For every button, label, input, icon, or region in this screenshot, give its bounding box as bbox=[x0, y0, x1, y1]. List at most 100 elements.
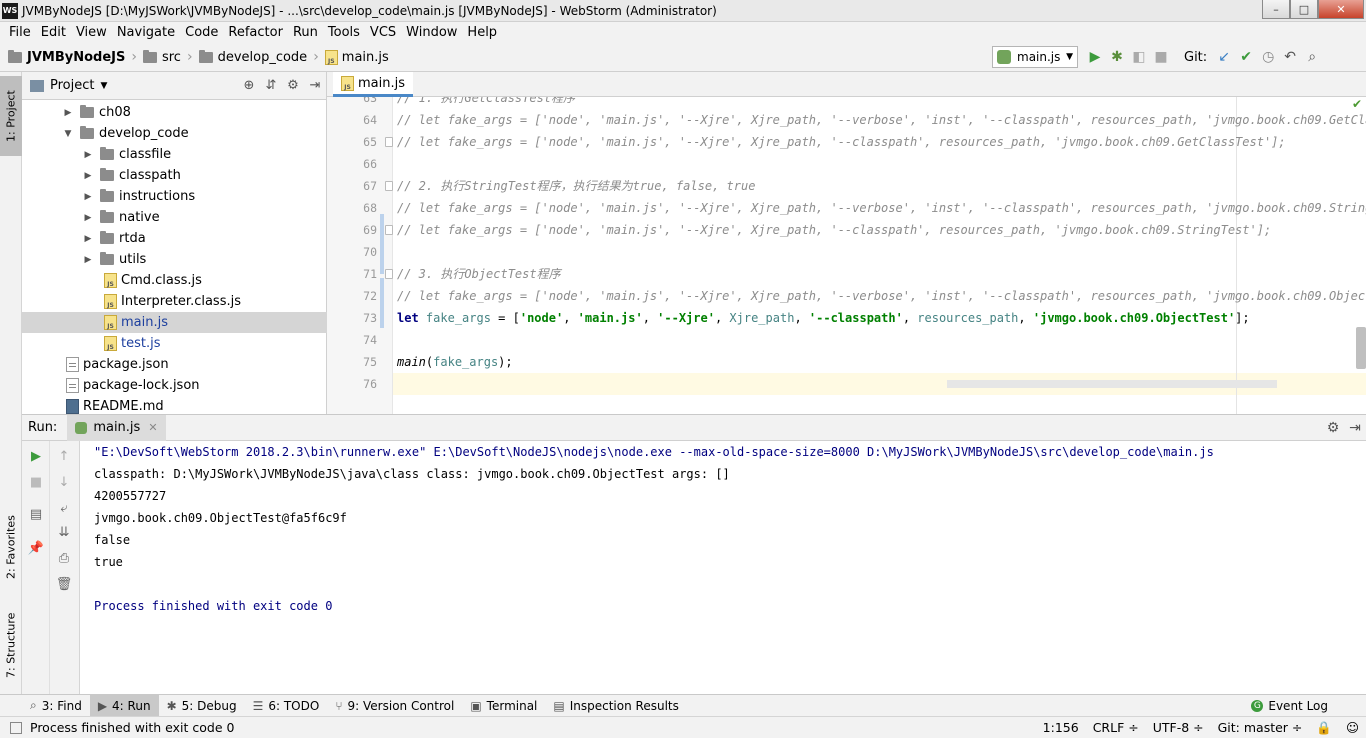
chevron-right-icon[interactable]: ▶ bbox=[82, 255, 94, 265]
git-update-icon[interactable]: ↙ bbox=[1213, 46, 1235, 68]
tree-folder-utils[interactable]: ▶ utils bbox=[22, 249, 327, 270]
chevron-right-icon[interactable]: ▶ bbox=[82, 171, 94, 181]
menu-view[interactable]: View bbox=[71, 25, 112, 40]
history-icon[interactable]: ◷ bbox=[1257, 46, 1279, 68]
breadcrumb-develop-code[interactable]: develop_code › bbox=[198, 49, 325, 65]
locate-icon[interactable]: ⊕ bbox=[238, 75, 260, 97]
tree-folder-classfile[interactable]: ▶ classfile bbox=[22, 144, 327, 165]
hide-icon[interactable]: ⇥ bbox=[304, 75, 326, 97]
vcs-change-marker[interactable] bbox=[380, 214, 384, 274]
tree-folder-classpath[interactable]: ▶ classpath bbox=[22, 165, 327, 186]
horizontal-scrollbar[interactable] bbox=[947, 380, 1277, 388]
breadcrumb-main-js[interactable]: JS main.js bbox=[324, 49, 389, 65]
stop-icon[interactable]: ■ bbox=[1150, 46, 1172, 68]
menu-edit[interactable]: Edit bbox=[36, 25, 71, 40]
search-icon[interactable]: ⌕ bbox=[1301, 46, 1323, 68]
menu-vcs[interactable]: VCS bbox=[365, 25, 401, 40]
tree-folder-develop-code[interactable]: ▼ develop_code bbox=[22, 123, 327, 144]
line-separator[interactable]: CRLF ÷ bbox=[1086, 720, 1146, 735]
tab-favorites[interactable]: 2: Favorites bbox=[0, 502, 22, 592]
debug-icon[interactable]: ✱ bbox=[1106, 46, 1128, 68]
soft-wrap-icon[interactable]: ⤶ bbox=[50, 497, 78, 519]
gear-icon[interactable]: ⚙ bbox=[1322, 417, 1344, 439]
project-view-select[interactable]: Project bbox=[50, 78, 94, 93]
layout-icon[interactable]: ▤ bbox=[22, 503, 50, 525]
close-button[interactable]: ✕ bbox=[1318, 0, 1364, 19]
menu-run[interactable]: Run bbox=[288, 25, 323, 40]
chevron-right-icon[interactable]: ▶ bbox=[82, 150, 94, 160]
toolwindow-todo[interactable]: ☰ 6: TODO bbox=[245, 695, 328, 717]
chevron-right-icon[interactable]: ▶ bbox=[82, 213, 94, 223]
inspection-ok-icon[interactable]: ✔ bbox=[1352, 97, 1362, 111]
chevron-right-icon[interactable]: ▶ bbox=[82, 234, 94, 244]
tree-file-package-lock[interactable]: package-lock.json bbox=[22, 375, 327, 396]
hide-icon[interactable]: ⇥ bbox=[1344, 417, 1366, 439]
fold-marker[interactable] bbox=[385, 137, 393, 147]
breadcrumb-project[interactable]: JVMByNodeJS › bbox=[8, 49, 143, 65]
trash-icon[interactable]: 🗑 bbox=[50, 573, 78, 595]
chevron-down-icon[interactable]: ▼ bbox=[100, 81, 107, 91]
toolwindow-inspection[interactable]: ▤ Inspection Results bbox=[545, 695, 686, 717]
toolwindow-event-log[interactable]: G Event Log bbox=[1243, 695, 1336, 717]
close-icon[interactable]: ✕ bbox=[148, 421, 157, 434]
tree-folder-instructions[interactable]: ▶ instructions bbox=[22, 186, 327, 207]
code-editor[interactable]: 63 64 65 66 67 68 69 70 71 72 73 74 75 7… bbox=[327, 97, 1366, 414]
tree-file-cmd[interactable]: JS Cmd.class.js bbox=[22, 270, 327, 291]
tree-folder-ch08[interactable]: ▶ ch08 bbox=[22, 102, 327, 123]
coverage-icon[interactable]: ◧ bbox=[1128, 46, 1150, 68]
tool-windows-toggle-icon[interactable] bbox=[10, 721, 22, 734]
collapse-icon[interactable]: ⇵ bbox=[260, 75, 282, 97]
tab-main-js[interactable]: JS main.js bbox=[333, 72, 413, 97]
tree-folder-native[interactable]: ▶ native bbox=[22, 207, 327, 228]
tree-file-package-json[interactable]: package.json bbox=[22, 354, 327, 375]
file-encoding[interactable]: UTF-8 ÷ bbox=[1146, 720, 1211, 735]
fold-marker[interactable] bbox=[385, 269, 393, 279]
run-configuration-select[interactable]: main.js ▼ bbox=[992, 46, 1078, 68]
toolwindow-version-control[interactable]: ⑂ 9: Version Control bbox=[327, 695, 462, 717]
run-console[interactable]: "E:\DevSoft\WebStorm 2018.2.3\bin\runner… bbox=[80, 441, 1366, 694]
print-icon[interactable]: ⎙ bbox=[50, 547, 78, 569]
tab-project[interactable]: 1: Project bbox=[0, 76, 22, 156]
menu-tools[interactable]: Tools bbox=[323, 25, 365, 40]
revert-icon[interactable]: ↶ bbox=[1279, 46, 1301, 68]
tree-file-main-js[interactable]: JS main.js bbox=[22, 312, 327, 333]
run-icon[interactable]: ▶ bbox=[1084, 46, 1106, 68]
toolwindow-terminal[interactable]: ▣ Terminal bbox=[462, 695, 545, 717]
toolwindow-debug[interactable]: ✱ 5: Debug bbox=[159, 695, 245, 717]
tree-file-interpreter[interactable]: JS Interpreter.class.js bbox=[22, 291, 327, 312]
vertical-scrollbar[interactable] bbox=[1356, 327, 1366, 369]
caret-position[interactable]: 1:156 bbox=[1036, 720, 1086, 735]
scroll-to-end-icon[interactable]: ⇊ bbox=[50, 521, 78, 543]
menu-file[interactable]: File bbox=[4, 25, 36, 40]
run-tab-main-js[interactable]: main.js ✕ bbox=[67, 414, 166, 441]
git-branch[interactable]: Git: master ÷ bbox=[1211, 720, 1310, 735]
arrow-down-icon[interactable]: ↓ bbox=[50, 471, 78, 493]
chevron-right-icon[interactable]: ▶ bbox=[62, 108, 74, 118]
fold-marker[interactable] bbox=[385, 181, 393, 191]
menu-code[interactable]: Code bbox=[180, 25, 223, 40]
tree-folder-rtda[interactable]: ▶ rtda bbox=[22, 228, 327, 249]
maximize-button[interactable]: □ bbox=[1290, 0, 1318, 19]
toolwindow-run[interactable]: ▶ 4: Run bbox=[89, 694, 159, 717]
tab-structure[interactable]: 7: Structure bbox=[0, 600, 22, 690]
menu-help[interactable]: Help bbox=[462, 25, 502, 40]
toolwindow-find[interactable]: ⌕ 3: Find bbox=[22, 695, 90, 717]
gear-icon[interactable]: ⚙ bbox=[282, 75, 304, 97]
vcs-change-marker[interactable] bbox=[380, 278, 384, 328]
menu-window[interactable]: Window bbox=[401, 25, 462, 40]
pin-icon[interactable]: 📌 bbox=[22, 537, 50, 559]
lock-icon[interactable]: 🔒 bbox=[1309, 720, 1339, 736]
inspector-icon[interactable]: ☺ bbox=[1339, 720, 1366, 735]
menu-navigate[interactable]: Navigate bbox=[112, 25, 180, 40]
menu-refactor[interactable]: Refactor bbox=[223, 25, 288, 40]
stop-icon[interactable]: ■ bbox=[22, 471, 50, 493]
git-commit-icon[interactable]: ✔ bbox=[1235, 46, 1257, 68]
rerun-icon[interactable]: ▶ bbox=[22, 445, 50, 467]
chevron-right-icon[interactable]: ▶ bbox=[82, 192, 94, 202]
minimize-button[interactable]: – bbox=[1262, 0, 1290, 19]
breadcrumb-src[interactable]: src › bbox=[142, 49, 199, 65]
fold-marker[interactable] bbox=[385, 225, 393, 235]
chevron-down-icon[interactable]: ▼ bbox=[62, 129, 74, 139]
tree-file-test-js[interactable]: JS test.js bbox=[22, 333, 327, 354]
arrow-up-icon[interactable]: ↑ bbox=[50, 445, 78, 467]
